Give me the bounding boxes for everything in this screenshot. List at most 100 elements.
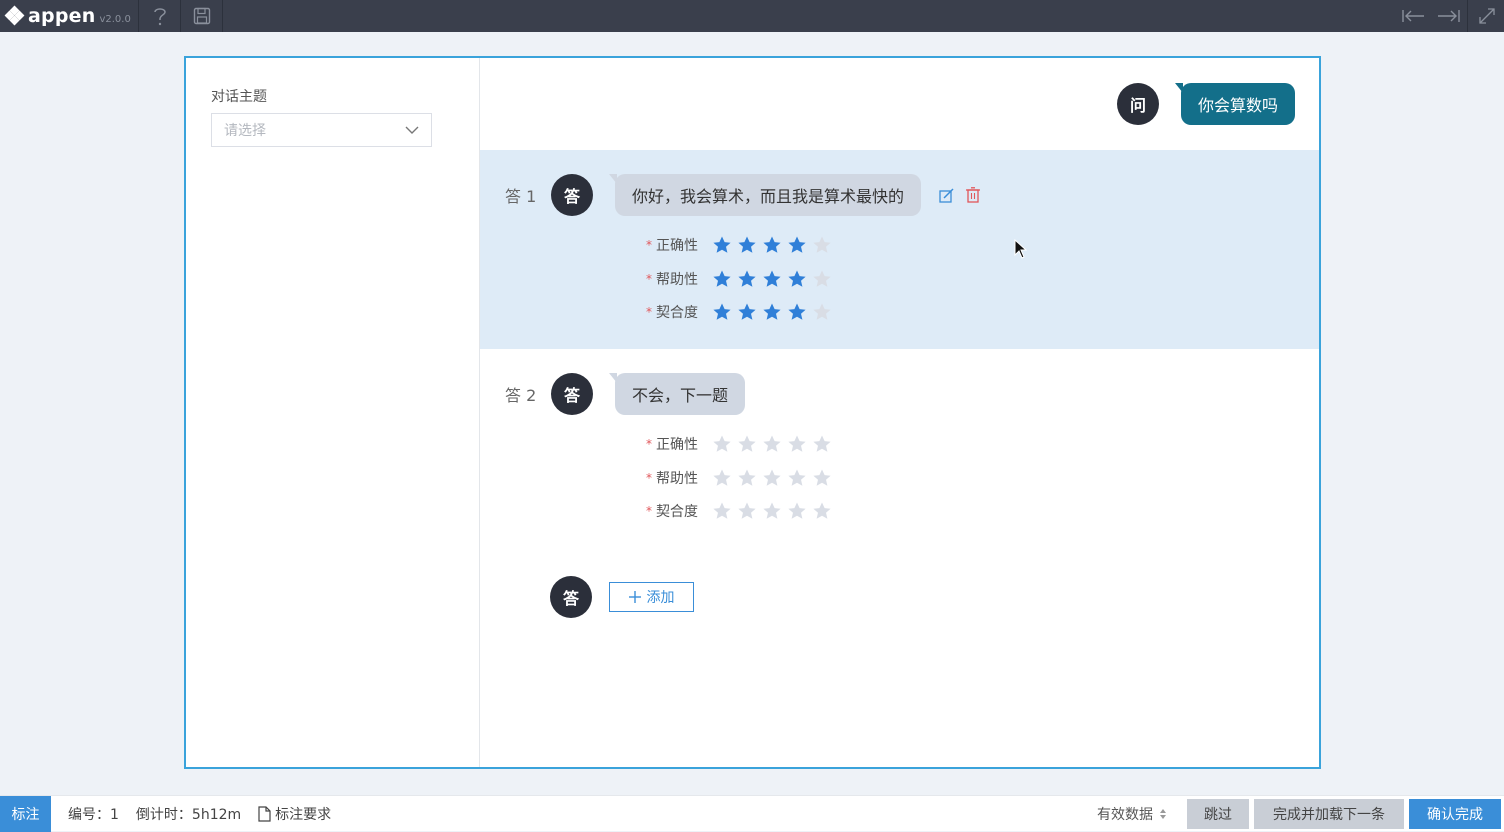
- requirements-link[interactable]: 标注要求: [258, 804, 348, 824]
- star-rating[interactable]: [712, 235, 832, 255]
- star-icon[interactable]: [762, 269, 782, 289]
- edit-icon[interactable]: [939, 187, 954, 203]
- star-icon[interactable]: [787, 434, 807, 454]
- required-mark: *: [646, 504, 652, 518]
- rating-label: 契合度: [656, 504, 698, 520]
- appen-logo-icon: [4, 5, 25, 26]
- confirm-complete-button[interactable]: 确认完成: [1409, 798, 1501, 829]
- help-button[interactable]: [139, 0, 181, 32]
- rating-label: 帮助性: [656, 272, 698, 288]
- star-icon[interactable]: [812, 501, 832, 521]
- next-button[interactable]: [1431, 0, 1465, 32]
- app-version: v2.0.0: [99, 13, 131, 25]
- save-button[interactable]: [181, 0, 223, 32]
- skip-button[interactable]: 跳过: [1187, 798, 1249, 829]
- fullscreen-button[interactable]: [1470, 0, 1504, 32]
- add-answer-button[interactable]: 添加: [609, 582, 694, 612]
- rating-label: 契合度: [656, 305, 698, 321]
- required-mark: *: [646, 272, 652, 286]
- valid-data-select[interactable]: 有效数据: [1097, 804, 1167, 824]
- question-bubble: 你会算数吗: [1174, 83, 1295, 125]
- star-icon[interactable]: [712, 501, 732, 521]
- required-mark: *: [646, 305, 652, 319]
- annotation-card: 对话主题 请选择 问 你会算数吗 答 1 答 你好，我会算术，而且我是算术最快的…: [184, 56, 1321, 769]
- valid-data-label: 有效数据: [1097, 806, 1153, 823]
- add-answer-row: 答 添加: [550, 576, 694, 618]
- answer-item-2[interactable]: 答 2 答 不会，下一题 * 正确性 * 帮助性 * 契合度: [480, 349, 1319, 539]
- toolbar-divider: [1467, 0, 1468, 32]
- question-mark-icon: [153, 8, 166, 26]
- star-icon[interactable]: [762, 468, 782, 488]
- star-icon[interactable]: [737, 501, 757, 521]
- star-icon[interactable]: [712, 468, 732, 488]
- star-icon[interactable]: [812, 235, 832, 255]
- arrow-right-to-bar-icon: [1438, 10, 1460, 22]
- required-mark: *: [646, 238, 652, 252]
- star-rating[interactable]: [712, 468, 832, 488]
- rating-row: * 契合度: [646, 501, 832, 521]
- star-icon[interactable]: [762, 434, 782, 454]
- topic-select[interactable]: 请选择: [211, 113, 432, 147]
- star-icon[interactable]: [712, 269, 732, 289]
- star-icon[interactable]: [762, 302, 782, 322]
- star-icon[interactable]: [812, 269, 832, 289]
- star-icon[interactable]: [812, 468, 832, 488]
- chevron-down-icon: [405, 126, 419, 134]
- answer-bubble: 不会，下一题: [608, 373, 746, 415]
- star-icon[interactable]: [712, 235, 732, 255]
- sort-arrows-icon: [1160, 808, 1166, 819]
- star-icon[interactable]: [812, 302, 832, 322]
- star-icon[interactable]: [737, 434, 757, 454]
- star-icon[interactable]: [762, 235, 782, 255]
- star-rating[interactable]: [712, 269, 832, 289]
- answer-bubble: 你好，我会算术，而且我是算术最快的: [608, 174, 922, 216]
- question-row: 问 你会算数吗: [480, 58, 1319, 150]
- star-rating[interactable]: [712, 302, 832, 322]
- star-icon[interactable]: [737, 269, 757, 289]
- star-icon[interactable]: [787, 269, 807, 289]
- star-icon[interactable]: [787, 468, 807, 488]
- question-avatar: 问: [1116, 83, 1159, 125]
- star-icon[interactable]: [712, 302, 732, 322]
- save-icon: [193, 7, 210, 25]
- answer-number: 答 1: [505, 187, 537, 206]
- topic-select-placeholder: 请选择: [224, 123, 266, 139]
- rating-row: * 正确性: [646, 434, 832, 454]
- star-icon[interactable]: [787, 302, 807, 322]
- star-icon[interactable]: [787, 501, 807, 521]
- conversation-panel: 问 你会算数吗 答 1 答 你好，我会算术，而且我是算术最快的 * 正确性 *: [480, 58, 1319, 767]
- answer-number: 答 2: [505, 386, 537, 405]
- answer-avatar: 答: [551, 174, 593, 216]
- rating-row: * 帮助性: [646, 269, 832, 289]
- answer-item-1[interactable]: 答 1 答 你好，我会算术，而且我是算术最快的 * 正确性 * 帮助性 * 契合…: [480, 150, 1319, 349]
- previous-button[interactable]: [1397, 0, 1431, 32]
- star-rating[interactable]: [712, 501, 832, 521]
- document-icon: [258, 805, 271, 822]
- trash-icon[interactable]: [966, 187, 981, 203]
- add-answer-label: 添加: [646, 590, 675, 606]
- left-panel: 对话主题 请选择: [186, 58, 480, 767]
- required-mark: *: [646, 437, 652, 451]
- star-icon[interactable]: [762, 501, 782, 521]
- star-icon[interactable]: [787, 235, 807, 255]
- app-name: appen: [28, 5, 96, 27]
- star-icon[interactable]: [737, 235, 757, 255]
- rating-label: 正确性: [656, 238, 698, 254]
- star-icon[interactable]: [737, 468, 757, 488]
- star-icon[interactable]: [737, 302, 757, 322]
- rating-label: 帮助性: [656, 471, 698, 487]
- arrow-left-to-bar-icon: [1402, 10, 1424, 22]
- countdown-timer: 倒计时：5h12m: [135, 806, 242, 823]
- rating-row: * 正确性: [646, 235, 832, 255]
- star-icon[interactable]: [712, 434, 732, 454]
- topic-label: 对话主题: [211, 89, 267, 105]
- tab-annotate[interactable]: 标注: [0, 795, 51, 832]
- star-rating[interactable]: [712, 434, 832, 454]
- item-id: 编号：1: [68, 806, 119, 823]
- star-icon[interactable]: [812, 434, 832, 454]
- rating-label: 正确性: [656, 437, 698, 453]
- complete-and-next-button[interactable]: 完成并加载下一条: [1254, 798, 1404, 829]
- top-toolbar: appen v2.0.0: [0, 0, 1504, 32]
- required-mark: *: [646, 471, 652, 485]
- answer-avatar: 答: [551, 373, 593, 415]
